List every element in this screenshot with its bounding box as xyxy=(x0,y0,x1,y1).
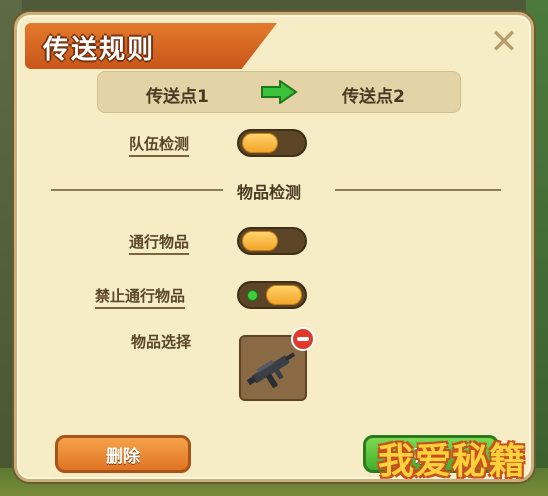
dialog-title: 传送规则 xyxy=(43,35,156,65)
delete-button-label: 删除 xyxy=(106,446,140,467)
forbid-items-toggle[interactable] xyxy=(237,281,307,309)
green-arrow-right-icon xyxy=(260,79,298,108)
toggle-knob xyxy=(242,231,278,251)
item-select-label: 物品选择 xyxy=(131,333,192,351)
route-bar: 传送点1 传送点2 xyxy=(97,71,461,113)
pass-items-toggle[interactable] xyxy=(237,227,307,255)
close-icon: ✕ xyxy=(489,22,519,62)
divider-right xyxy=(335,189,501,191)
team-check-label: 队伍检测 xyxy=(129,133,190,157)
pass-items-label: 通行物品 xyxy=(129,231,190,255)
route-to-label: 传送点2 xyxy=(342,87,405,107)
watermark: 我爱秘籍 xyxy=(378,441,527,482)
toggle-on-indicator xyxy=(247,290,258,301)
toggle-knob xyxy=(242,133,278,153)
teleport-rules-dialog: 传送规则 ✕ 传送点1 传送点2 队伍检测 物品检测 通行物品 禁止通行物品 物… xyxy=(14,12,534,482)
close-button[interactable]: ✕ xyxy=(487,25,521,59)
toggle-knob xyxy=(266,285,302,305)
delete-button[interactable]: 删除 xyxy=(55,435,191,473)
remove-badge-icon[interactable] xyxy=(291,327,315,351)
divider-left xyxy=(51,189,223,191)
item-check-section-title: 物品检测 xyxy=(237,183,302,202)
forbid-items-label: 禁止通行物品 xyxy=(95,285,186,309)
team-check-toggle[interactable] xyxy=(237,129,307,157)
submachine-gun-icon xyxy=(245,345,303,397)
route-from-label: 传送点1 xyxy=(146,87,209,107)
